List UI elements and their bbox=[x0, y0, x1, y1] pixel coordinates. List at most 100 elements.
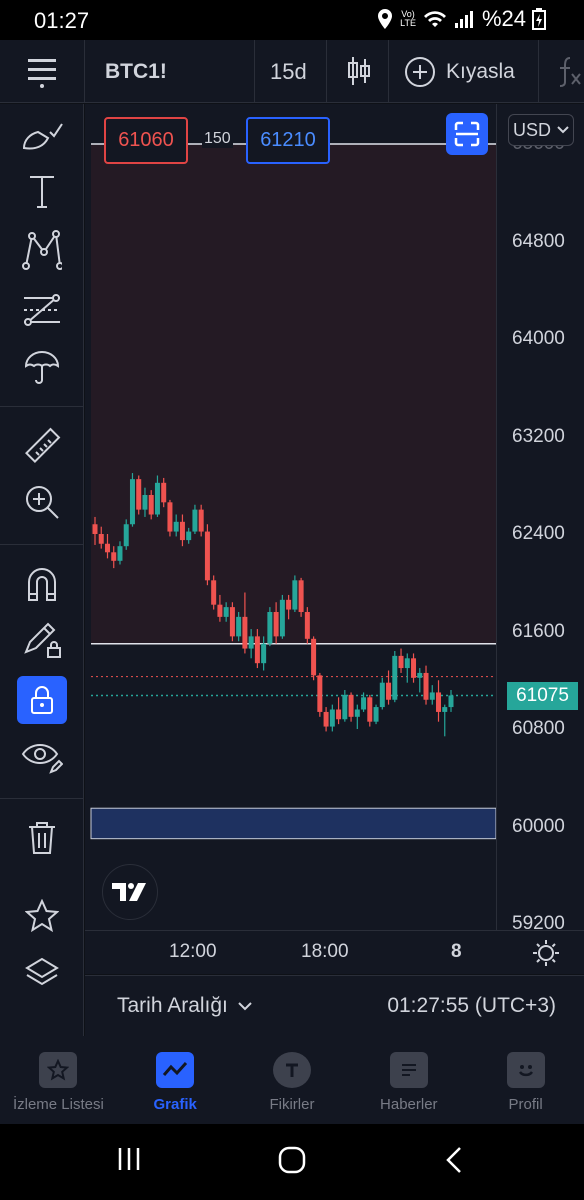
nav-profile[interactable]: Profil bbox=[467, 1036, 584, 1124]
candle-body bbox=[92, 524, 98, 534]
chevron-down-icon bbox=[557, 126, 569, 134]
drawing-toolbar bbox=[0, 104, 84, 1036]
candle-body bbox=[267, 612, 273, 644]
header-divider bbox=[388, 40, 389, 103]
gear-icon[interactable] bbox=[531, 938, 561, 968]
nav-ideas[interactable]: Fikirler bbox=[234, 1036, 351, 1124]
compare-button[interactable]: Kıyasla bbox=[404, 56, 515, 88]
candle-body bbox=[417, 672, 423, 678]
nav-watchlist[interactable]: İzleme Listesi bbox=[0, 1036, 117, 1124]
candle-body bbox=[261, 643, 267, 664]
candle-body bbox=[286, 599, 292, 610]
range-low-price[interactable]: 61060 bbox=[104, 117, 188, 164]
star-icon bbox=[25, 899, 59, 933]
brush-icon bbox=[22, 123, 63, 150]
candle-body bbox=[436, 692, 442, 712]
nav-news[interactable]: Haberler bbox=[350, 1036, 467, 1124]
nav-label: Grafik bbox=[153, 1096, 197, 1113]
nav-label: İzleme Listesi bbox=[12, 1096, 104, 1113]
nav-label: Profil bbox=[508, 1096, 543, 1113]
lock-all-button[interactable] bbox=[17, 676, 67, 724]
battery-charging-icon bbox=[532, 8, 546, 30]
candle-body bbox=[142, 495, 148, 510]
candle-body bbox=[242, 616, 248, 649]
candle-body bbox=[367, 697, 373, 722]
price-tick: 64800 bbox=[512, 230, 565, 252]
battery-percent: %24 bbox=[481, 6, 526, 31]
home-button[interactable] bbox=[278, 1146, 306, 1179]
fib-tool[interactable] bbox=[14, 286, 70, 334]
fullscreen-button[interactable] bbox=[446, 113, 488, 155]
lock-drawings-tool[interactable] bbox=[14, 616, 70, 664]
candle-body bbox=[386, 682, 392, 700]
magnet-icon bbox=[28, 568, 56, 601]
text-icon bbox=[30, 176, 54, 208]
candle-body bbox=[167, 502, 173, 532]
lock-drawings-icon bbox=[24, 622, 61, 658]
header-divider bbox=[538, 40, 539, 103]
chart-info-bar: Tarih Aralığı 01:27:55 (UTC+3) bbox=[85, 975, 584, 1036]
signal-icon bbox=[454, 11, 473, 28]
candle-body bbox=[348, 694, 354, 717]
text-tool[interactable] bbox=[14, 168, 70, 216]
interval-button[interactable]: 15d bbox=[270, 59, 307, 85]
remove-drawings-button[interactable] bbox=[14, 814, 70, 862]
currency-label: USD bbox=[512, 119, 551, 140]
candle-body bbox=[198, 509, 204, 532]
zoom-tool[interactable] bbox=[14, 478, 70, 526]
candle-body bbox=[448, 695, 454, 708]
status-bar: 01:27 Vo) LTE %24 bbox=[0, 0, 584, 40]
candle-body bbox=[423, 672, 429, 700]
back-button[interactable] bbox=[444, 1146, 464, 1179]
date-range-label: Tarih Aralığı bbox=[117, 994, 228, 1017]
candle-body bbox=[442, 707, 448, 712]
visibility-tool[interactable] bbox=[14, 734, 70, 782]
candle-body bbox=[148, 495, 154, 515]
recent-apps-button[interactable] bbox=[116, 1146, 142, 1177]
candle-body bbox=[186, 531, 192, 541]
menu-button[interactable] bbox=[0, 40, 84, 103]
date-range-button[interactable]: Tarih Aralığı bbox=[117, 994, 252, 1018]
forecast-tool[interactable] bbox=[14, 344, 70, 392]
measure-tool[interactable] bbox=[14, 422, 70, 470]
bottom-navigation: İzleme Listesi Grafik Fikirler Haberler … bbox=[0, 1036, 584, 1124]
candle-body bbox=[336, 709, 342, 720]
home-icon bbox=[278, 1146, 306, 1174]
candle-body bbox=[392, 655, 398, 700]
chart-line-icon bbox=[156, 1052, 195, 1088]
indicators-button[interactable] bbox=[556, 56, 584, 93]
eye-icon bbox=[21, 744, 63, 774]
toolbar-divider bbox=[0, 406, 84, 407]
magnet-tool[interactable] bbox=[14, 560, 70, 608]
range-high-price[interactable]: 61210 bbox=[246, 117, 330, 164]
menu-icon bbox=[28, 58, 56, 88]
date-price-range-fill bbox=[91, 144, 496, 644]
candle-body bbox=[398, 655, 404, 669]
pattern-tool[interactable] bbox=[14, 226, 70, 274]
object-tree-button[interactable] bbox=[14, 950, 70, 998]
forecast-umbrella-icon bbox=[24, 351, 60, 384]
tradingview-logo[interactable] bbox=[102, 864, 158, 920]
volte-indicator: Vo) LTE bbox=[400, 10, 416, 28]
candle-body bbox=[411, 658, 417, 678]
chart-type-button[interactable] bbox=[346, 56, 372, 91]
favorites-button[interactable] bbox=[14, 892, 70, 940]
time-axis[interactable]: 12:00 18:00 8 bbox=[85, 930, 584, 974]
currency-selector[interactable]: USD bbox=[508, 114, 574, 146]
candle-body bbox=[211, 580, 217, 605]
time-zone-clock[interactable]: 01:27:55 (UTC+3) bbox=[387, 994, 556, 1018]
chart-pane[interactable] bbox=[85, 104, 584, 930]
symbol-button[interactable]: BTC1! bbox=[105, 60, 167, 84]
nav-chart[interactable]: Grafik bbox=[117, 1036, 234, 1124]
compare-label: Kıyasla bbox=[446, 60, 515, 83]
time-tick: 8 bbox=[451, 941, 462, 962]
candle-body bbox=[429, 692, 435, 700]
candle-body bbox=[117, 546, 123, 561]
candlestick-chart[interactable] bbox=[85, 104, 496, 930]
candles-icon bbox=[348, 57, 370, 85]
brush-tool[interactable] bbox=[14, 112, 70, 160]
lightbulb-icon bbox=[272, 1052, 311, 1088]
candle-body bbox=[192, 509, 198, 532]
candle-body bbox=[161, 482, 167, 503]
price-tick: 60800 bbox=[512, 718, 565, 739]
